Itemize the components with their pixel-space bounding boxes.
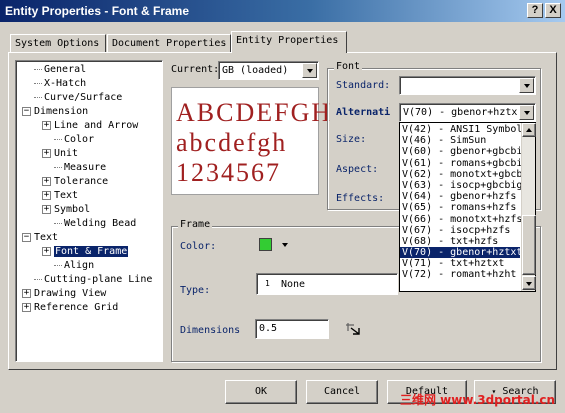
tab-label: System Options <box>15 38 100 49</box>
expand-icon[interactable]: + <box>22 288 31 298</box>
ok-button[interactable]: OK <box>225 380 297 404</box>
dimensions-value: 0.5 <box>259 323 278 334</box>
font-option[interactable]: V(60) - gbenor+gbcbi <box>400 146 522 157</box>
scroll-down-arrow-icon[interactable] <box>522 276 536 290</box>
tree-item-reference-grid[interactable]: + Reference Grid <box>20 301 162 315</box>
expand-icon[interactable]: + <box>42 148 51 158</box>
collapse-icon[interactable]: − <box>22 232 31 242</box>
window-title: Entity Properties - Font & Frame <box>5 4 190 18</box>
tree-item-line-and-arrow[interactable]: + Line and Arrow <box>20 119 162 133</box>
effects-label: Effects: <box>336 193 385 204</box>
font-option[interactable]: V(64) - gbenor+hzfs <box>400 191 520 202</box>
frame-group-title: Frame <box>178 219 213 230</box>
expand-icon[interactable]: + <box>42 120 51 130</box>
standard-font-select[interactable] <box>399 76 536 95</box>
font-option[interactable]: V(72) - romant+hzht <box>400 269 520 280</box>
tab-label: Entity Properties <box>236 35 339 46</box>
font-option[interactable]: V(65) - romans+hzfs <box>400 202 520 213</box>
tree-item-text-dim[interactable]: + Text <box>20 189 162 203</box>
chevron-down-icon[interactable] <box>302 63 317 78</box>
alternative-font-dropdown[interactable]: V(42) - ANSI1 Symbol V(46) - SimSun V(60) … <box>399 122 536 292</box>
chevron-down-icon[interactable] <box>519 78 534 93</box>
expand-icon[interactable]: + <box>22 302 31 312</box>
tree-item-welding-bead[interactable]: Welding Bead <box>20 217 162 231</box>
font-option[interactable]: V(61) - romans+gbcbi <box>400 158 522 169</box>
color-label: Color: <box>180 241 217 252</box>
frame-type-value: None <box>281 279 306 290</box>
standard-label: Standard: <box>336 80 391 91</box>
current-standard-select[interactable]: GB (loaded) <box>218 61 319 80</box>
alternative-font-value: V(70) - gbenor+hztx <box>403 107 518 118</box>
aspect-label: Aspect: <box>336 164 379 175</box>
tab-system-options[interactable]: System Options <box>10 34 106 53</box>
font-option[interactable]: V(70) - gbenor+hztxt <box>400 247 522 259</box>
tree-item-measure[interactable]: Measure <box>20 161 162 175</box>
scroll-thumb[interactable] <box>522 215 536 275</box>
tree-item-color[interactable]: Color <box>20 133 162 147</box>
font-option[interactable]: V(62) - monotxt+gbcb <box>400 169 522 180</box>
size-label: Size: <box>336 134 367 145</box>
tree-item-align[interactable]: Align <box>20 259 162 273</box>
frame-type-number: 1 <box>265 279 270 288</box>
font-group-title: Font <box>334 61 363 72</box>
expand-icon[interactable]: + <box>42 176 51 186</box>
expand-icon[interactable]: + <box>42 204 51 214</box>
category-tree[interactable]: General X-Hatch Curve/Surface − Dimension… <box>15 60 163 362</box>
collapse-icon[interactable]: − <box>22 106 31 116</box>
tab-label: Document Properties <box>112 38 227 49</box>
type-label: Type: <box>180 285 211 296</box>
expand-icon[interactable]: + <box>42 246 51 256</box>
scroll-up-arrow-icon[interactable] <box>522 123 536 137</box>
font-option[interactable]: V(66) - monotxt+hzfs <box>400 214 522 225</box>
font-option[interactable]: V(46) - SimSun <box>400 135 520 146</box>
tree-item-x-hatch[interactable]: X-Hatch <box>20 77 162 91</box>
dimension-pick-icon[interactable] <box>344 321 362 339</box>
close-button[interactable]: X <box>545 3 561 18</box>
dropdown-scrollbar[interactable] <box>521 123 536 291</box>
chevron-down-icon[interactable] <box>519 105 534 120</box>
current-label: Current: <box>171 64 220 75</box>
frame-type-select[interactable]: 1 None <box>256 273 398 295</box>
tab-entity-properties[interactable]: Entity Properties <box>231 31 347 53</box>
help-button[interactable]: ? <box>527 3 543 18</box>
font-preview: ABCDEFGH abcdefgh 1234567 <box>171 87 330 195</box>
dimensions-input[interactable]: 0.5 <box>255 319 329 339</box>
title-bar: Entity Properties - Font & Frame <box>0 0 565 22</box>
expand-icon[interactable]: + <box>42 190 51 200</box>
tree-item-tolerance[interactable]: + Tolerance <box>20 175 162 189</box>
dimensions-label: Dimensions <box>180 325 241 336</box>
font-option[interactable]: V(63) - isocp+gbcbig <box>400 180 522 191</box>
font-option[interactable]: V(68) - txt+hzfs <box>400 236 520 247</box>
tree-item-curve-surface[interactable]: Curve/Surface <box>20 91 162 105</box>
font-option[interactable]: V(67) - isocp+hzfs <box>400 225 520 236</box>
alternative-label: Alternati <box>336 107 391 118</box>
tree-item-dimension[interactable]: − Dimension <box>20 105 162 119</box>
tab-document-properties[interactable]: Document Properties <box>107 34 231 53</box>
preview-line-lowercase: abcdefgh <box>176 128 288 157</box>
current-standard-value: GB (loaded) <box>222 65 289 76</box>
preview-line-digits: 1234567 <box>176 158 281 187</box>
frame-color-swatch[interactable] <box>259 238 272 251</box>
tree-item-symbol[interactable]: + Symbol <box>20 203 162 217</box>
tree-item-font-frame[interactable]: + Font & Frame <box>20 245 162 259</box>
tree-item-text[interactable]: − Text <box>20 231 162 245</box>
watermark: 三维网 www.3dportal.cn <box>400 393 556 407</box>
font-option[interactable]: V(42) - ANSI1 Symbol <box>400 124 522 135</box>
tree-item-general[interactable]: General <box>20 63 162 77</box>
color-dropdown-icon[interactable] <box>282 243 288 247</box>
font-option[interactable]: V(71) - txt+hztxt <box>400 258 520 269</box>
preview-line-uppercase: ABCDEFGH <box>176 98 333 127</box>
tree-item-drawing-view[interactable]: + Drawing View <box>20 287 162 301</box>
alternative-font-select[interactable]: V(70) - gbenor+hztx <box>399 103 536 122</box>
tree-item-cutting-plane-line[interactable]: Cutting-plane Line <box>20 273 162 287</box>
tree-item-unit[interactable]: + Unit <box>20 147 162 161</box>
cancel-button[interactable]: Cancel <box>306 380 378 404</box>
